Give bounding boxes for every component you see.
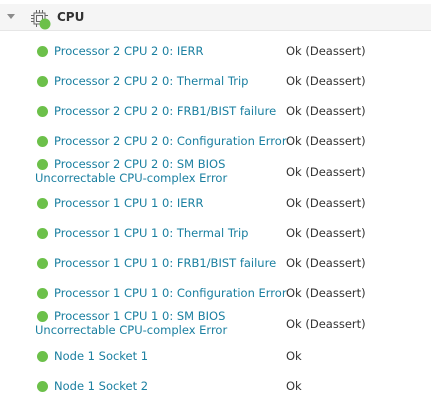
status-ok-icon <box>37 76 48 87</box>
sensor-name-link[interactable]: Processor 2 CPU 2 0: FRB1/BIST failure <box>54 104 276 118</box>
sensor-group-panel: CPU Processor 2 CPU 2 0: IERR Ok (Deasser… <box>0 0 431 405</box>
sensor-status: Ok (Deassert) <box>286 286 366 300</box>
sensor-status: Ok (Deassert) <box>286 226 366 240</box>
sensor-status: Ok (Deassert) <box>286 104 366 118</box>
sensor-name-link[interactable]: Processor 2 CPU 2 0: SM BIOS Uncorrectab… <box>35 157 285 185</box>
status-ok-icon <box>37 381 48 392</box>
group-header[interactable]: CPU <box>0 4 431 31</box>
sensor-status: Ok (Deassert) <box>286 44 366 58</box>
green-status-dot-icon <box>39 18 51 30</box>
sensor-status: Ok (Deassert) <box>286 317 366 331</box>
sensor-status: Ok (Deassert) <box>286 196 366 210</box>
sensor-status: Ok <box>286 379 302 393</box>
cpu-chip-icon <box>30 9 52 31</box>
status-ok-icon <box>37 106 48 117</box>
status-ok-icon <box>37 228 48 239</box>
sensor-name-link[interactable]: Processor 1 CPU 1 0: Configuration Error <box>54 286 287 300</box>
sensor-name-link[interactable]: Processor 2 CPU 2 0: Thermal Trip <box>54 74 248 88</box>
status-ok-icon <box>37 288 48 299</box>
sensor-name-link[interactable]: Processor 1 CPU 1 0: Thermal Trip <box>54 226 248 240</box>
sensor-name-link[interactable]: Processor 2 CPU 2 0: IERR <box>54 44 204 58</box>
status-ok-icon <box>37 258 48 269</box>
sensor-status: Ok <box>286 349 302 363</box>
sensor-name-link[interactable]: Processor 1 CPU 1 0: SM BIOS Uncorrectab… <box>35 309 285 337</box>
status-ok-icon <box>37 198 48 209</box>
caret-down-icon[interactable] <box>7 14 15 19</box>
sensor-name-link[interactable]: Node 1 Socket 1 <box>54 349 148 363</box>
status-ok-icon <box>37 351 48 362</box>
sensor-name-link[interactable]: Processor 2 CPU 2 0: Configuration Error <box>54 134 287 148</box>
sensor-status: Ok (Deassert) <box>286 134 366 148</box>
sensor-status: Ok (Deassert) <box>286 165 366 179</box>
group-title: CPU <box>57 10 85 24</box>
sensor-name-link[interactable]: Processor 1 CPU 1 0: FRB1/BIST failure <box>54 256 276 270</box>
sensor-status: Ok (Deassert) <box>286 256 366 270</box>
sensor-name-link[interactable]: Node 1 Socket 2 <box>54 379 148 393</box>
sensor-status: Ok (Deassert) <box>286 74 366 88</box>
sensor-name-link[interactable]: Processor 1 CPU 1 0: IERR <box>54 196 204 210</box>
status-ok-icon <box>37 136 48 147</box>
status-ok-icon <box>37 46 48 57</box>
